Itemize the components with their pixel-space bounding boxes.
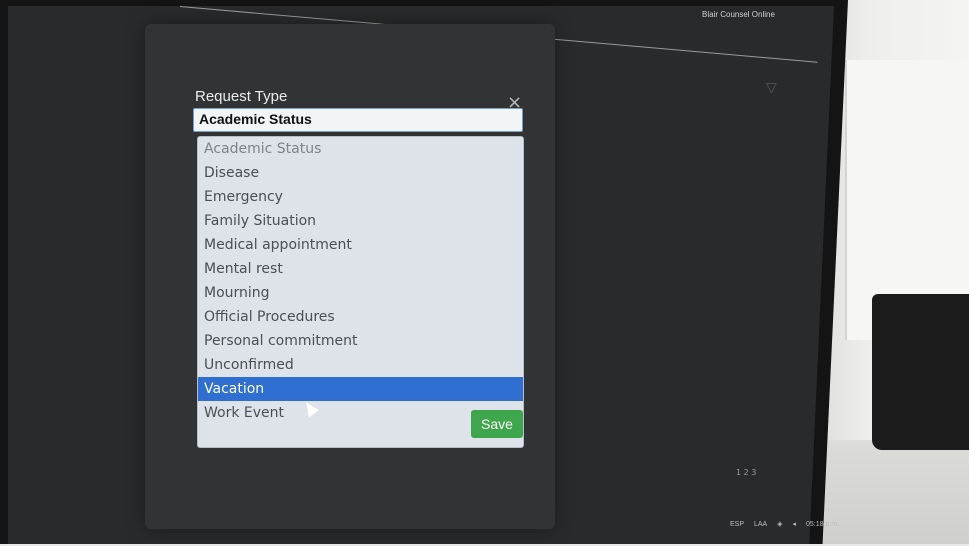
save-button[interactable]: Save	[471, 410, 523, 438]
option-mental-rest[interactable]: Mental rest	[198, 257, 523, 281]
volume-icon[interactable]: ◂	[793, 521, 797, 528]
option-official-procedures[interactable]: Official Procedures	[198, 305, 523, 329]
option-unconfirmed[interactable]: Unconfirmed	[198, 353, 523, 377]
option-academic-status[interactable]: Academic Status	[198, 137, 523, 161]
option-personal-commitment[interactable]: Personal commitment	[198, 329, 523, 353]
option-vacation[interactable]: Vacation	[198, 377, 523, 401]
option-medical-appointment[interactable]: Medical appointment	[198, 233, 523, 257]
request-dialog: Request Type × Academic Status Academic …	[145, 24, 555, 529]
language-sub: LAA	[753, 521, 768, 528]
clock[interactable]: 05:18 p.m.	[806, 521, 839, 528]
app-title: Blair Counsel Online	[702, 10, 775, 19]
language-indicator[interactable]: ESP	[730, 521, 744, 528]
option-emergency[interactable]: Emergency	[198, 185, 523, 209]
trash-bin	[872, 294, 969, 450]
request-type-select[interactable]: Academic Status	[193, 108, 523, 132]
system-tray: ESP LAA ◈ ◂ 05:18 p.m.	[730, 520, 847, 528]
option-disease[interactable]: Disease	[198, 161, 523, 185]
wifi-icon[interactable]: ◈	[777, 521, 782, 528]
filter-icon[interactable]: ▽	[766, 80, 777, 96]
request-type-dropdown: Academic Status Disease Emergency Family…	[197, 136, 524, 448]
request-type-label: Request Type	[195, 88, 288, 105]
option-mourning[interactable]: Mourning	[198, 281, 523, 305]
pagination[interactable]: 1 2 3	[736, 468, 756, 477]
select-value: Academic Status	[199, 111, 312, 127]
option-family-situation[interactable]: Family Situation	[198, 209, 523, 233]
